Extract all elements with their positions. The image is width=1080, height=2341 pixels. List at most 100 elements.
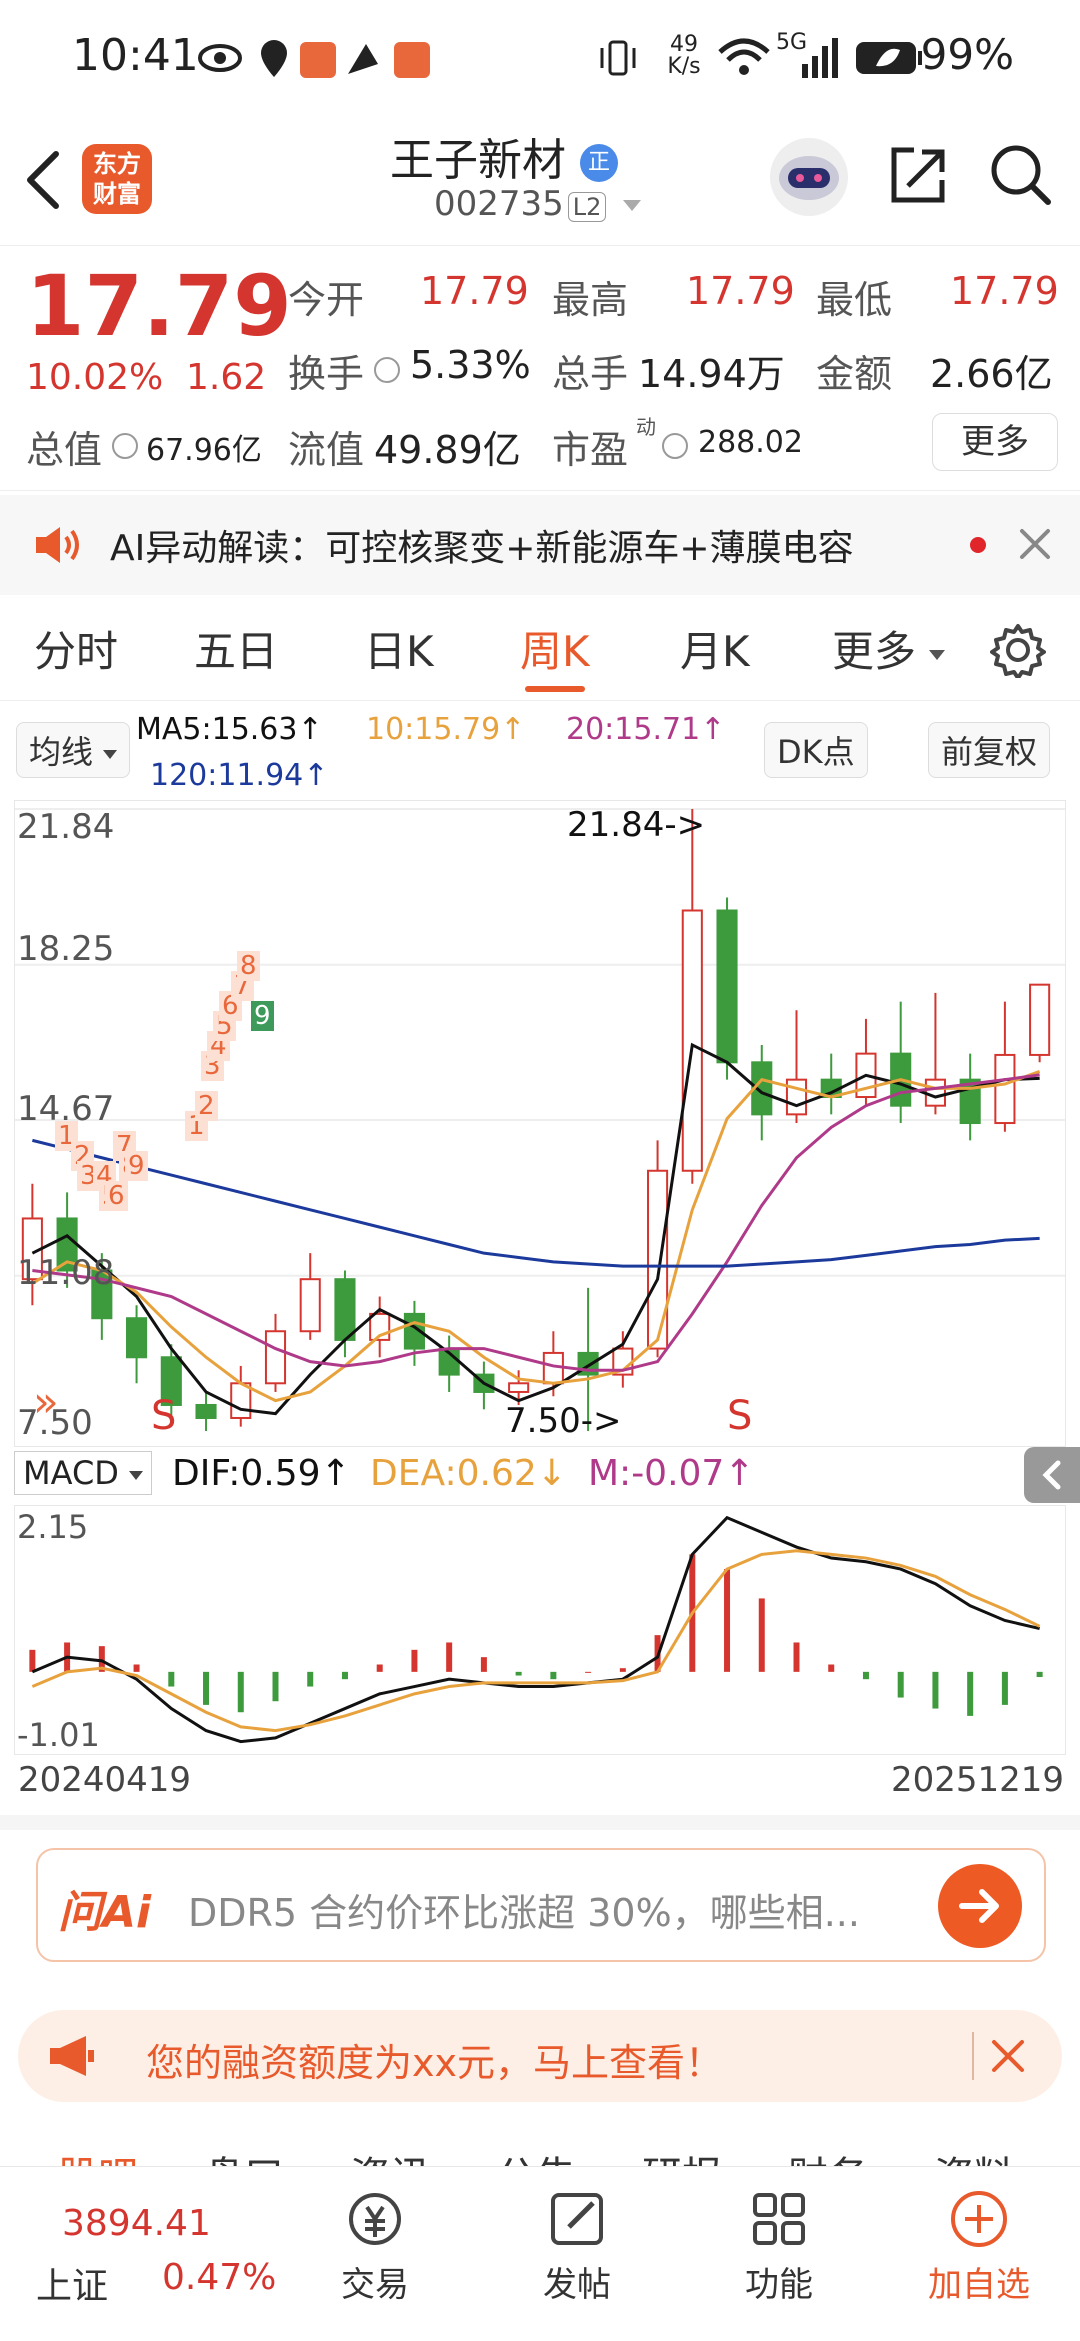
forward-adjust-button[interactable]: 前复权 <box>928 722 1051 778</box>
macd-bar <box>619 1668 626 1672</box>
max-price-marker: 21.84-> <box>567 805 706 845</box>
tab-weekly-k[interactable]: 周K <box>520 618 590 679</box>
ask-ai-send-button[interactable] <box>938 1864 1022 1948</box>
indicator-selector[interactable]: MACD <box>14 1451 153 1495</box>
index-name[interactable]: 上证 <box>36 2257 108 2309</box>
high-label: 最高 <box>552 278 629 322</box>
battery-level: 99% <box>920 30 1014 79</box>
macd-bar <box>29 1649 36 1672</box>
change-amount: 1.62 <box>186 357 267 398</box>
low-value: 17.79 <box>950 269 1059 313</box>
double-chevron-icon[interactable]: » <box>33 1377 59 1426</box>
stock-name: 王子新材 正 <box>390 124 618 188</box>
candle <box>647 1140 669 1358</box>
share-icon[interactable] <box>886 144 948 210</box>
stock-code[interactable]: 002735 L2 <box>434 184 642 224</box>
open-value: 17.79 <box>420 269 529 313</box>
macd-bar <box>967 1671 974 1716</box>
candle <box>681 809 703 1184</box>
macd-bar <box>550 1671 557 1680</box>
low-label: 最低 <box>816 278 893 322</box>
macd-y-top: 2.15 <box>17 1508 89 1546</box>
float-cap-value: 49.89亿 <box>374 428 521 472</box>
amount-value: 2.66亿 <box>930 352 1053 396</box>
nav-trade[interactable]: 交易 <box>310 2167 440 2306</box>
candle <box>230 1365 252 1427</box>
search-icon[interactable] <box>988 142 1054 212</box>
chevron-down-icon <box>103 749 118 759</box>
candle <box>994 1001 1016 1132</box>
settings-gear-icon[interactable] <box>990 622 1046 682</box>
ma-legend: 均线 MA5:15.63↑ 10:15.79↑ 20:15.71↑ 120:11… <box>0 700 1080 800</box>
nav-post-label: 发帖 <box>543 2265 611 2305</box>
close-icon[interactable] <box>990 2038 1026 2078</box>
collapse-panel-button[interactable] <box>1024 1447 1080 1503</box>
dif-value: DIF:0.59↑ <box>172 1453 351 1494</box>
ai-assistant-avatar[interactable] <box>770 138 848 216</box>
promo-text: 您的融资额度为xx元，马上查看！ <box>146 2041 723 2085</box>
td-count-marker: 9 <box>125 1151 148 1181</box>
indicator-selector-label: MACD <box>23 1454 119 1492</box>
macd-bar <box>307 1671 314 1687</box>
info-icon[interactable] <box>374 357 400 383</box>
status-time: 10:41 <box>72 30 199 81</box>
nav-trade-label: 交易 <box>341 2265 409 2305</box>
float-cap-label: 流值 <box>288 428 365 472</box>
macd-chart[interactable]: 2.15 -1.01 <box>14 1505 1066 1755</box>
tab-daily-k[interactable]: 日K <box>364 618 434 679</box>
close-icon[interactable] <box>1018 527 1052 565</box>
candle <box>890 1001 912 1124</box>
stock-name-text: 王子新材 <box>390 135 566 186</box>
macd-bar <box>1036 1671 1043 1677</box>
start-date: 20240419 <box>18 1760 192 1800</box>
candle <box>438 1335 460 1392</box>
sell-signal: S <box>727 1393 753 1439</box>
tab-monthly-k[interactable]: 月K <box>680 618 750 679</box>
stock-header: 东方 财富 王子新材 正 002735 L2 <box>0 120 1080 246</box>
macd-bar <box>897 1671 904 1698</box>
brand-logo[interactable]: 东方 财富 <box>82 144 152 214</box>
ma20-value: 20:15.71↑ <box>566 712 726 747</box>
index-change[interactable]: 0.47% <box>162 2257 276 2298</box>
candle <box>820 1053 842 1115</box>
sell-signal: S <box>151 1393 177 1439</box>
td-count-marker: 6 <box>105 1181 128 1211</box>
nav-add-watchlist[interactable]: 加自选 <box>914 2167 1044 2306</box>
tab-more-label: 更多 <box>832 627 917 676</box>
info-icon[interactable] <box>112 433 138 459</box>
y-label-2: 18.25 <box>17 929 115 969</box>
tab-five-day[interactable]: 五日 <box>194 618 278 679</box>
unread-dot <box>970 537 986 553</box>
ask-ai-box[interactable]: 问Ai DDR5 合约价环比涨超 30%，哪些相... <box>36 1848 1046 1962</box>
net-speed-value: 49 <box>670 32 698 57</box>
financing-promo[interactable]: 您的融资额度为xx元，马上查看！ <box>18 2010 1062 2102</box>
section-divider <box>0 1815 1080 1830</box>
ai-banner[interactable]: AI异动解读：可控核聚变+新能源车+薄膜电容 <box>0 495 1080 595</box>
more-button[interactable]: 更多 <box>932 413 1058 471</box>
back-icon[interactable] <box>20 148 64 216</box>
info-icon[interactable] <box>662 433 688 459</box>
high-value: 17.79 <box>686 269 795 313</box>
ask-ai-placeholder[interactable]: DDR5 合约价环比涨超 30%，哪些相... <box>188 1882 860 1937</box>
pe-label: 市盈 <box>552 428 629 472</box>
dk-point-button[interactable]: DK点 <box>764 722 868 778</box>
tab-more[interactable]: 更多 <box>832 618 946 679</box>
market-cap-value: 67.96亿 <box>146 433 262 468</box>
m-value: M:-0.07↑ <box>588 1453 755 1494</box>
divider <box>972 2032 974 2080</box>
macd-bar <box>932 1671 939 1709</box>
index-value[interactable]: 3894.41 <box>62 2203 211 2244</box>
candle <box>369 1296 391 1358</box>
brand-logo-line2: 财富 <box>93 180 141 208</box>
nav-post[interactable]: 发帖 <box>512 2167 642 2306</box>
td-count-marker: 9 <box>251 1001 274 1031</box>
ma-selector[interactable]: 均线 <box>16 722 131 778</box>
td-count-marker: 2 <box>195 1091 218 1121</box>
active-tab-indicator <box>525 686 585 692</box>
nav-function[interactable]: 功能 <box>714 2167 844 2306</box>
candle <box>126 1305 148 1384</box>
kline-chart[interactable]: 21.84 18.25 14.67 11.08 7.50 21.84-> 7.5… <box>14 800 1066 1447</box>
tab-intraday[interactable]: 分时 <box>34 618 118 679</box>
market-cap-label: 总值 <box>26 428 103 472</box>
yuan-exchange-icon <box>349 2193 401 2245</box>
